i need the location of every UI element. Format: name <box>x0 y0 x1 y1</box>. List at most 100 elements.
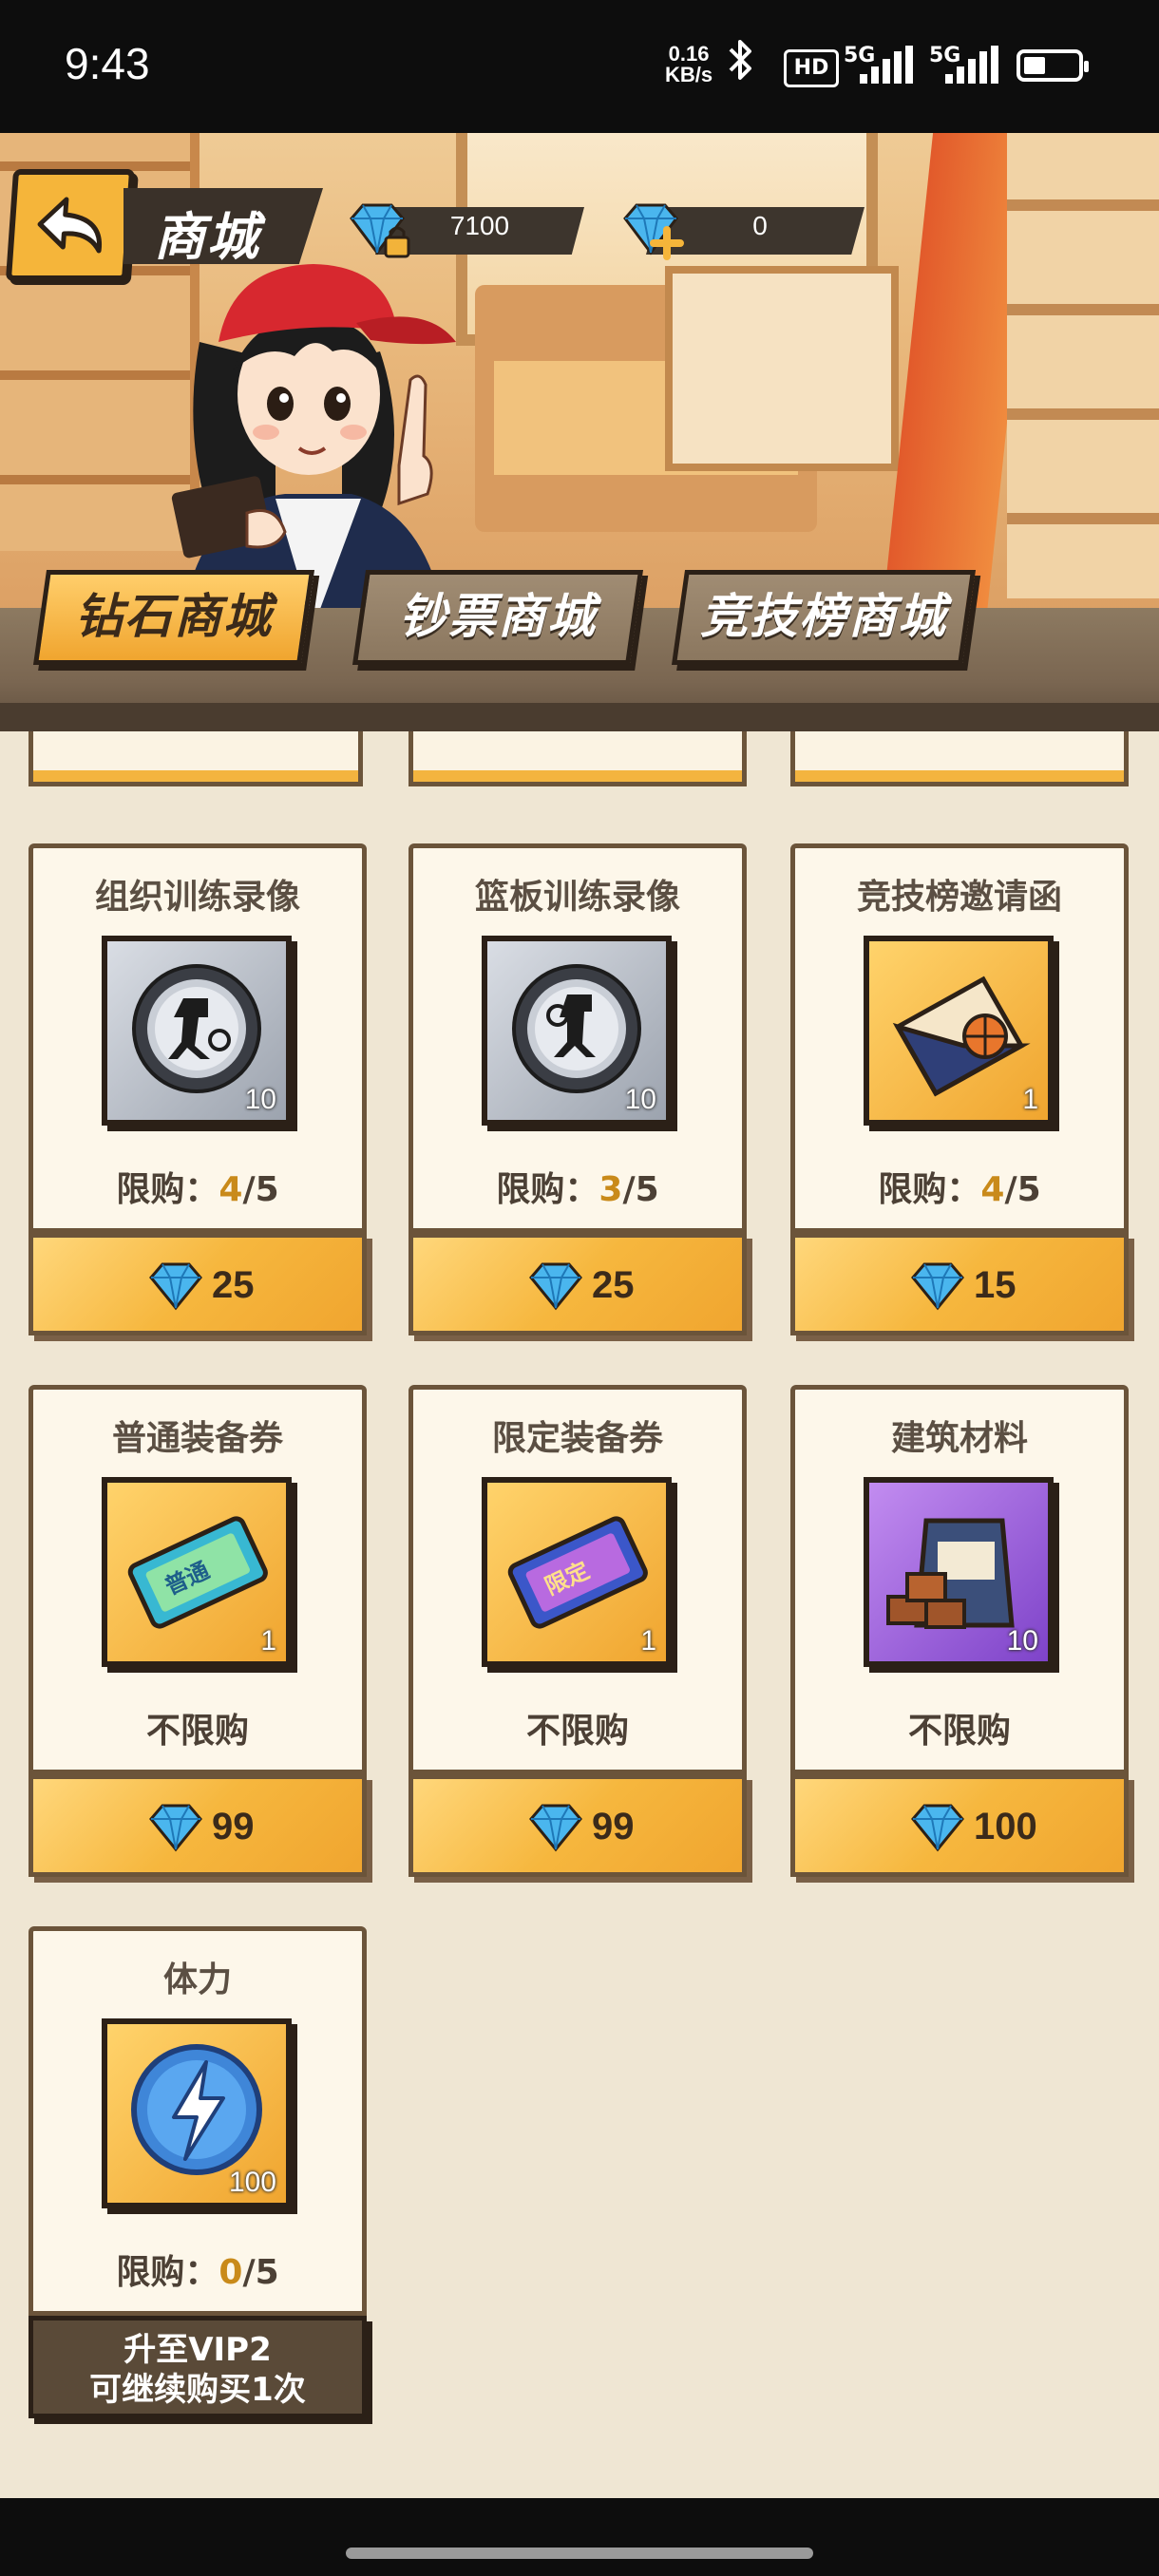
diamond-icon <box>911 1804 964 1852</box>
network-speed-unit: KB/s <box>665 63 713 86</box>
purchase-limit-used: 0 <box>218 2253 243 2292</box>
item-image: 10 <box>102 936 292 1126</box>
buy-button[interactable]: 25 <box>408 1233 747 1335</box>
tab-diamond-shop[interactable]: 钻石商城 <box>32 570 315 665</box>
item-image: 1 <box>864 936 1054 1126</box>
price: 15 <box>974 1264 1016 1306</box>
item-name: 建筑材料 <box>890 1419 1028 1458</box>
status-bar: 9:43 0.16 KB/s HD 5G 5G <box>0 0 1159 133</box>
shopkeeper-character <box>171 264 456 627</box>
battery-icon <box>1016 49 1089 82</box>
diamond-icon <box>149 1262 202 1311</box>
card-body: 普通装备券 普通 1 不限购 <box>28 1385 367 1774</box>
item-quantity: 1 <box>260 1625 276 1657</box>
card-body: 限定装备券 限定 1 不限购 <box>408 1385 747 1774</box>
home-gesture-handle[interactable] <box>346 2548 813 2559</box>
item-quantity: 1 <box>640 1625 656 1657</box>
limited-ticket-icon: 限定 <box>507 1516 648 1629</box>
purchase-limit-total: /5 <box>1004 1170 1041 1209</box>
shop-item-card[interactable]: 篮板训练录像 10 限购：3/5 25 <box>408 843 747 1373</box>
item-quantity: 100 <box>228 2167 276 2198</box>
purchase-limit: 限购：4/5 <box>795 1162 1124 1211</box>
price: 99 <box>212 1806 255 1847</box>
price: 25 <box>592 1264 635 1306</box>
purchase-limit-total: /5 <box>622 1170 659 1209</box>
item-name: 篮板训练录像 <box>474 878 680 917</box>
shop-item-card[interactable]: 普通装备券 普通 1 不限购 99 <box>28 1385 367 1915</box>
add-diamond-button[interactable] <box>618 198 694 268</box>
card-body: 组织训练录像 10 限购：4/5 <box>28 843 367 1233</box>
shop-item-card[interactable]: 体力 100 限购：0/5 升至VIP2 可继续购买1次 <box>28 1926 367 2456</box>
item-name: 限定装备券 <box>491 1419 663 1458</box>
purchase-limit-total: /5 <box>242 2253 279 2292</box>
purchase-limit-total: /5 <box>242 1170 279 1209</box>
card-body: 建筑材料 10 不限购 <box>790 1385 1129 1774</box>
item-quantity: 10 <box>1006 1625 1038 1657</box>
purchase-limit-label: 限购： <box>878 1170 981 1209</box>
locked-diamond-count: 7100 <box>449 211 510 240</box>
tab-arena-shop[interactable]: 竞技榜商城 <box>671 570 977 665</box>
bread-rack <box>665 266 899 471</box>
item-image: 10 <box>864 1477 1054 1667</box>
buy-button[interactable]: 99 <box>408 1774 747 1877</box>
diamond-icon <box>529 1262 582 1311</box>
price: 99 <box>592 1806 635 1847</box>
network-speed: 0.16 KB/s <box>665 44 712 85</box>
card-body: 篮板训练录像 10 限购：3/5 <box>408 843 747 1233</box>
back-arrow-icon <box>37 197 103 254</box>
previous-row-card-edge <box>790 731 1129 786</box>
purchase-limit: 不限购 <box>145 1712 249 1751</box>
card-body: 体力 100 限购：0/5 <box>28 1926 367 2316</box>
item-quantity: 10 <box>244 1084 276 1115</box>
item-quantity: 1 <box>1022 1084 1038 1115</box>
shop-item-card[interactable]: 限定装备券 限定 1 不限购 99 <box>408 1385 747 1915</box>
status-time: 9:43 <box>65 39 150 88</box>
back-button[interactable] <box>5 169 136 281</box>
bluetooth-icon <box>727 38 755 91</box>
item-name: 普通装备券 <box>111 1419 283 1458</box>
item-name: 体力 <box>162 1960 232 1999</box>
lock-icon <box>384 236 410 258</box>
shop-item-card[interactable]: 建筑材料 10 不限购 100 <box>790 1385 1129 1915</box>
item-name: 竞技榜邀请函 <box>856 878 1062 917</box>
page-title: 商城 <box>154 207 260 267</box>
buy-button[interactable]: 100 <box>790 1774 1129 1877</box>
locked-diamond-icon <box>342 198 418 268</box>
item-quantity: 10 <box>624 1084 656 1115</box>
tab-bar-rail <box>0 703 1159 731</box>
purchase-limit-label: 限购： <box>116 1170 219 1209</box>
signal-strength-icon <box>860 46 917 84</box>
buy-button[interactable]: 25 <box>28 1233 367 1335</box>
network-speed-value: 0.16 <box>668 42 710 66</box>
diamond-icon <box>529 1804 582 1852</box>
item-grid[interactable]: 组织训练录像 10 限购：4/5 25 篮板训练录像 10 限购：3/5 25 … <box>0 731 1159 2498</box>
system-nav-bar <box>0 2498 1159 2576</box>
purchase-limit: 不限购 <box>907 1712 1011 1751</box>
purchase-limit: 不限购 <box>525 1712 629 1751</box>
purchase-limit-label: 限购： <box>496 1170 599 1209</box>
buy-button[interactable]: 15 <box>790 1233 1129 1335</box>
purchase-limit: 限购：3/5 <box>413 1162 742 1211</box>
signal-strength-icon-2 <box>945 46 1002 84</box>
card-body: 竞技榜邀请函 1 限购：4/5 <box>790 843 1129 1233</box>
purchase-limit: 限购：0/5 <box>33 2245 362 2294</box>
purchase-limit-used: 3 <box>598 1170 623 1209</box>
price: 25 <box>212 1264 255 1306</box>
purchase-limit-used: 4 <box>218 1170 243 1209</box>
diamond-icon <box>911 1262 964 1311</box>
item-image: 限定 1 <box>482 1477 672 1667</box>
purchase-limit: 限购：4/5 <box>33 1162 362 1211</box>
upgrade-vip-button[interactable]: 升至VIP2 可继续购买1次 <box>28 2316 367 2418</box>
equipment-ticket-icon: 普通 <box>127 1516 268 1629</box>
item-image: 普通 1 <box>102 1477 292 1667</box>
buy-button[interactable]: 99 <box>28 1774 367 1877</box>
previous-row-card-edge <box>408 731 747 786</box>
shop-item-card[interactable]: 组织训练录像 10 限购：4/5 25 <box>28 843 367 1373</box>
item-name: 组织训练录像 <box>94 878 300 917</box>
purchase-limit-used: 4 <box>980 1170 1005 1209</box>
right-shelf <box>1007 104 1159 598</box>
tab-cash-shop[interactable]: 钞票商城 <box>352 570 644 665</box>
shop-item-card[interactable]: 竞技榜邀请函 1 限购：4/5 15 <box>790 843 1129 1373</box>
tab-cash-shop-label: 钞票商城 <box>399 589 598 644</box>
vip-requirement-line2: 可继续购买1次 <box>89 2371 306 2409</box>
